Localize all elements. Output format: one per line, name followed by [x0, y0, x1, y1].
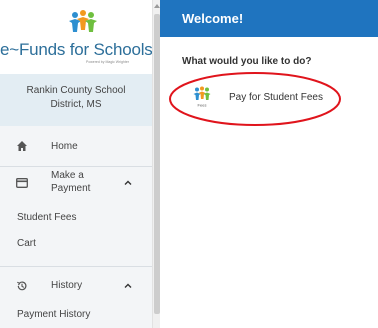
sidebar-item-home[interactable]: Home [0, 126, 152, 166]
sidebar-item-student-fees[interactable]: Student Fees [17, 212, 76, 223]
scrollbar-thumb[interactable] [154, 14, 160, 314]
page-header: Welcome! [160, 0, 378, 37]
prompt-heading: What would you like to do? [182, 56, 312, 67]
logo-text: e~Funds for Schools [0, 40, 152, 59]
pay-student-fees-link[interactable]: Fees Pay for Student Fees [185, 84, 335, 114]
sidebar-item-payment-history[interactable]: Payment History [17, 309, 90, 320]
logo[interactable]: e~Funds for Schools Powered by Magic Wri… [0, 0, 152, 74]
make-payment-line-1: Make a [51, 170, 84, 181]
make-payment-line-2: Payment [51, 183, 91, 194]
sidebar-item-history[interactable]: History [0, 276, 152, 296]
fees-icon: Fees [193, 86, 211, 108]
logo-tagline: Powered by Magic Wrighter [86, 60, 129, 64]
fees-icon-caption: Fees [198, 103, 207, 108]
sidebar-item-home-label: Home [51, 140, 78, 152]
home-icon [16, 140, 28, 152]
sidebar-scrollbar[interactable] [152, 0, 160, 328]
district-line-1: Rankin County School [26, 85, 126, 96]
chevron-up-icon[interactable] [123, 178, 133, 188]
pay-student-fees-label: Pay for Student Fees [229, 92, 323, 103]
chevron-up-icon[interactable] [123, 281, 133, 291]
divider [0, 266, 152, 267]
district-name: Rankin County School District, MS [0, 74, 152, 126]
page-title: Welcome! [182, 11, 244, 26]
sidebar-item-cart[interactable]: Cart [17, 238, 36, 249]
credit-card-icon [16, 177, 28, 189]
sidebar: e~Funds for Schools Powered by Magic Wri… [0, 0, 152, 328]
district-line-2: District, MS [50, 99, 102, 110]
sidebar-item-make-payment-label: Make a Payment [51, 169, 90, 195]
people-logo-icon [69, 10, 97, 32]
sidebar-item-history-label: History [51, 280, 83, 291]
sidebar-item-make-payment[interactable]: Make a Payment [0, 167, 152, 199]
history-icon [16, 280, 28, 292]
